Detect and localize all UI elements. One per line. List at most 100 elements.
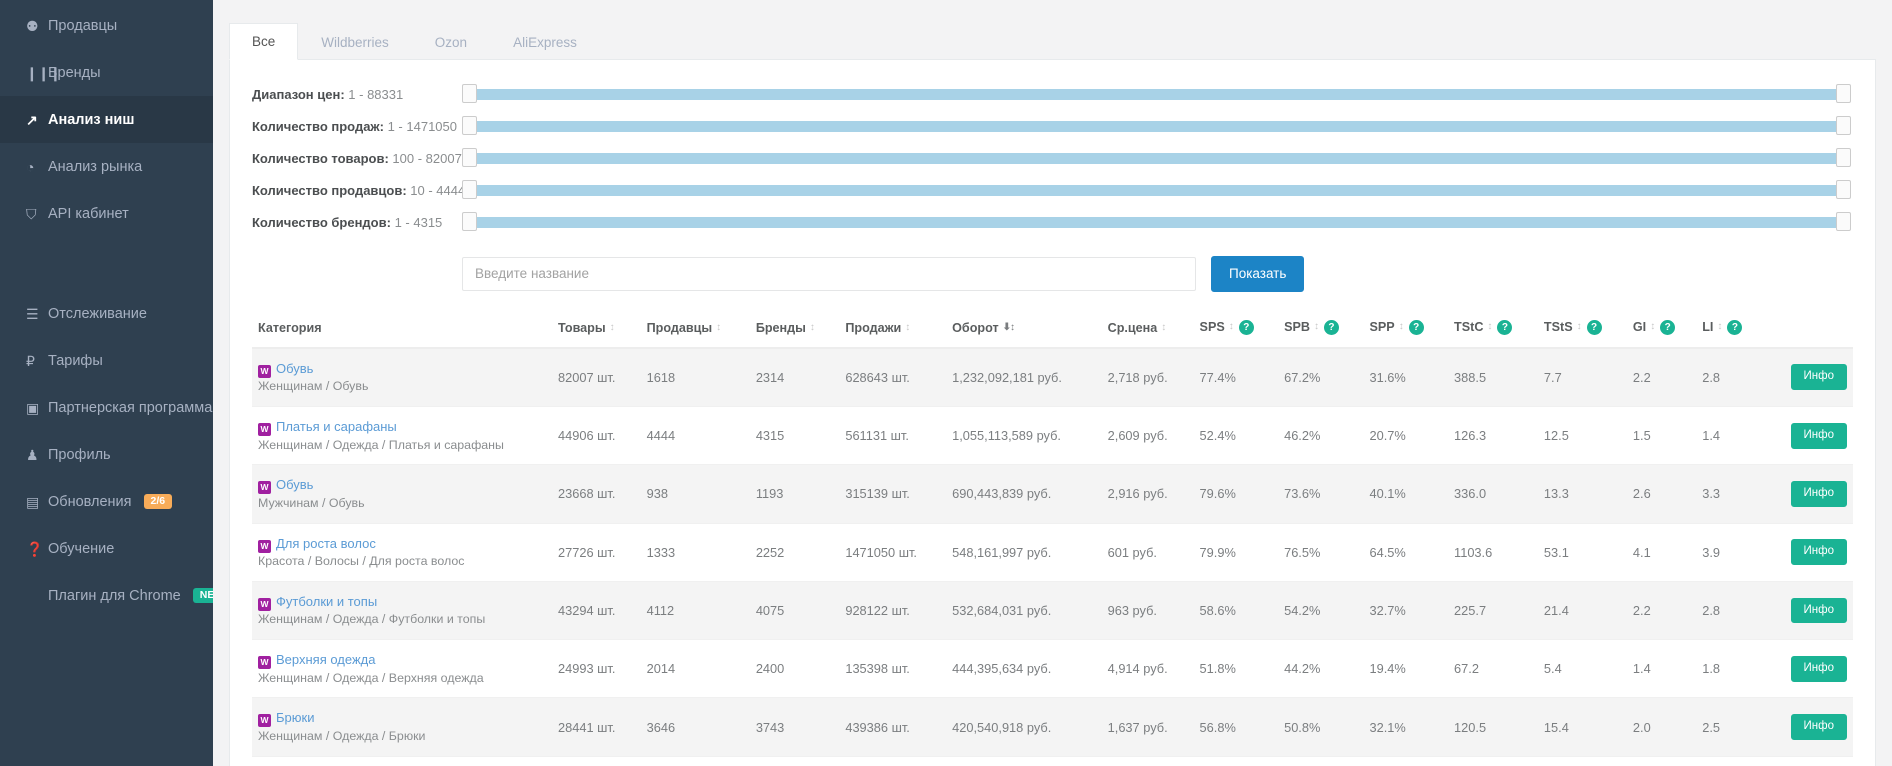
help-icon[interactable]: ? [1660,319,1676,335]
help-icon[interactable]: ? [1586,319,1602,335]
filter-name: Количество товаров: [252,150,389,166]
cell-sales: 628643 шт. [839,347,947,407]
sidebar-item-11[interactable]: ❓ Обучение [0,525,213,572]
info-button[interactable]: Инфо [1790,364,1847,391]
slider-handle-max[interactable] [1836,212,1851,231]
category-link[interactable]: Брюки [276,710,314,725]
sidebar-item-2[interactable]: ❙❙❙ Бренды [0,49,213,96]
slider-handle-max[interactable] [1836,84,1851,103]
tab-4[interactable]: AliExpress [490,24,600,60]
sort-icon[interactable]: ↕ [610,323,615,333]
column-header-turnover[interactable]: Оборот ⬇↕ [946,311,1102,349]
info-button[interactable]: Инфо [1790,597,1847,624]
column-header-sales[interactable]: Продажи ↕ [839,311,947,349]
filter-range-slider[interactable] [462,147,1851,169]
sort-icon[interactable]: ⬇↕ [1003,323,1015,333]
category-link[interactable]: Платья и сарафаны [276,419,397,434]
column-header-goods[interactable]: Товары ↕ [552,311,641,349]
sort-icon[interactable]: ↕ [1161,323,1166,333]
action-cell: Инфо [1763,406,1853,466]
sort-icon[interactable]: ↕ [905,323,910,333]
slider-track[interactable] [462,216,1851,228]
cell-goods: 27726 шт. [552,523,641,582]
column-header-spp[interactable]: SPP ↕? [1363,311,1449,349]
filter-range-slider[interactable] [462,115,1851,137]
slider-handle-max[interactable] [1836,116,1851,135]
column-header-tstc[interactable]: TStC ↕? [1448,311,1538,349]
slider-handle-max[interactable] [1836,180,1851,199]
tab-3[interactable]: Ozon [412,24,490,60]
help-icon[interactable]: ? [1238,319,1254,335]
column-header-li[interactable]: LI ↕? [1696,311,1763,349]
help-icon[interactable]: ? [1323,319,1339,335]
slider-track[interactable] [462,120,1851,132]
category-link[interactable]: Верхняя одежда [276,652,375,667]
sort-icon[interactable]: ↕ [1314,322,1319,332]
category-path: Женщинам / Одежда / Платья и сарафаны [258,437,504,452]
sidebar-item-8[interactable]: ▣ Партнерская программа [0,384,213,431]
category-link[interactable]: Обувь [276,361,313,376]
cell-brands: 2252 [749,523,840,582]
sidebar-item-3[interactable]: ↗ Анализ ниш [0,96,213,143]
sidebar-item-5[interactable]: ⛉ API кабинет [0,190,213,237]
column-header-sellers[interactable]: Продавцы ↕ [640,311,750,349]
sidebar-item-10[interactable]: ▤ Обновления 2/6 [0,478,213,525]
column-header-tsts[interactable]: TStS ↕? [1537,311,1627,349]
sort-icon[interactable]: ↕ [1487,322,1492,332]
info-button[interactable]: Инфо [1790,422,1847,449]
info-button[interactable]: Инфо [1790,481,1847,507]
search-input[interactable] [462,256,1196,291]
category-link[interactable]: Для роста волос [276,536,376,551]
column-header-label: TStS [1543,319,1573,334]
column-header-sps[interactable]: SPS ↕? [1193,311,1279,349]
column-header-label: TStC [1454,319,1484,334]
column-header-gi[interactable]: GI ↕? [1626,311,1697,349]
tab-2[interactable]: Wildberries [298,24,412,60]
slider-handle-min[interactable] [462,84,477,103]
niche-table-head: Категория Товары ↕ Продавцы ↕ Бренды ↕ Продажи ↕… [252,311,1853,349]
slider-track[interactable] [462,88,1851,100]
table-row: W Для роста волос Красота / Волосы / Для р… [252,523,1853,582]
sort-icon[interactable]: ↕ [716,323,721,333]
info-button[interactable]: Инфо [1790,714,1847,740]
sidebar-item-6[interactable]: ☰ Отслеживание [0,290,213,337]
slider-handle-min[interactable] [462,148,477,167]
info-button[interactable]: Инфо [1790,539,1847,566]
category-link[interactable]: Футболки и топы [276,594,377,609]
slider-handle-min[interactable] [462,180,477,199]
sort-icon[interactable]: ↕ [1577,322,1582,332]
sidebar-item-7[interactable]: ₽ Тарифы [0,337,213,384]
help-icon[interactable]: ? [1727,319,1743,335]
slider-track[interactable] [462,184,1851,196]
slider-handle-min[interactable] [462,212,477,231]
action-cell: Инфо [1763,639,1853,699]
column-header-avg_price[interactable]: Ср.цена ↕ [1101,311,1194,349]
help-icon[interactable]: ? [1408,319,1424,335]
slider-track[interactable] [462,152,1851,164]
filter-range-slider[interactable] [462,179,1851,201]
sort-icon[interactable]: ↕ [810,323,815,333]
sidebar-item-4[interactable]: ◔ Анализ рынка [0,143,213,190]
category-link[interactable]: Обувь [276,477,313,492]
info-button[interactable]: Инфо [1790,655,1847,682]
sort-icon[interactable]: ↕ [1717,322,1722,332]
sort-icon[interactable]: ↕ [1229,322,1234,332]
sidebar-item-9[interactable]: ♟ Профиль [0,431,213,478]
slider-handle-max[interactable] [1836,148,1851,167]
help-icon[interactable]: ? [1497,319,1513,335]
slider-handle-min[interactable] [462,116,477,135]
filter-range-slider[interactable] [462,211,1851,233]
sort-icon[interactable]: ↕ [1399,322,1404,332]
show-button[interactable]: Показать [1211,256,1305,292]
sidebar-item-12[interactable]: Плагин для Chrome NEW [0,572,213,619]
sidebar-item-1[interactable]: ⚉ Продавцы [0,2,213,49]
tab-1[interactable]: Все [229,22,299,60]
column-header-brands[interactable]: Бренды ↕ [749,311,840,349]
filter-range-slider[interactable] [462,83,1851,105]
cell-sps: 56.8% [1193,697,1279,757]
sort-icon[interactable]: ↕ [1650,322,1655,332]
sidebar: ⚉ Продавцы ❙❙❙ Бренды ↗ Анализ ниш ◔ Анализ рын… [0,0,213,766]
column-header-spb[interactable]: SPB ↕? [1278,311,1364,349]
list-icon: ☰ [26,305,39,322]
money-icon: ▣ [26,399,40,416]
